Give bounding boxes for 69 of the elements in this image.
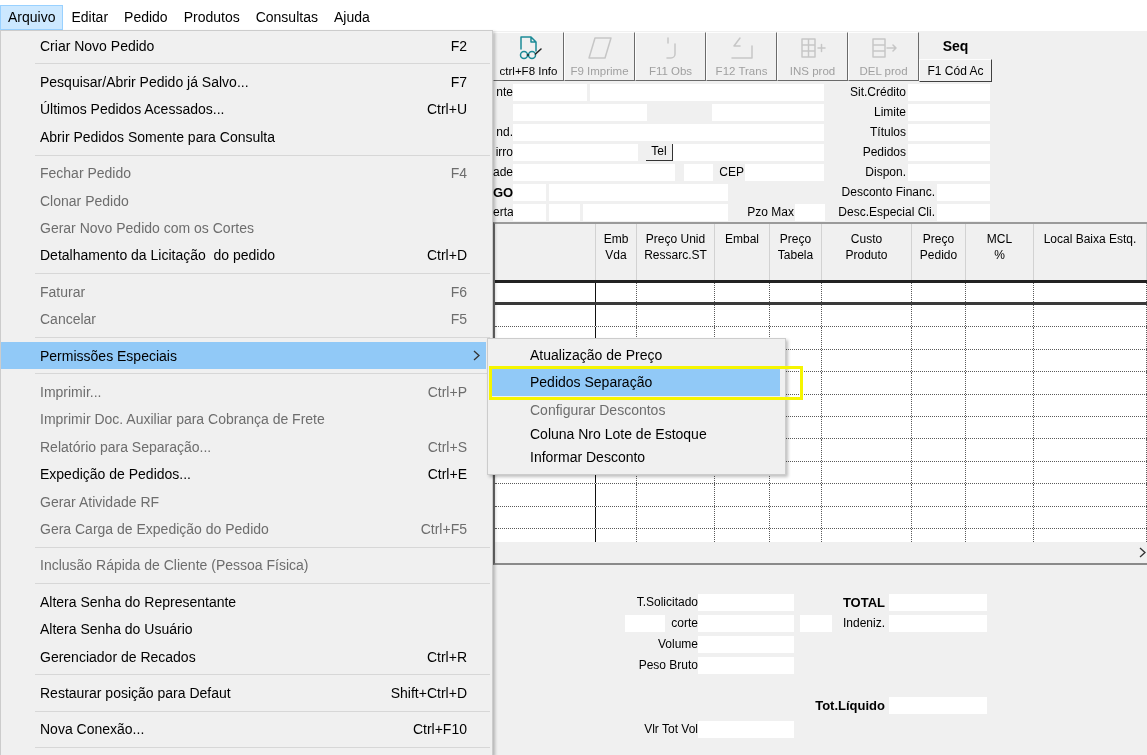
- chevron-right-icon: [473, 350, 480, 362]
- form-label: Pzo Max: [746, 204, 795, 220]
- menu-item[interactable]: Criar Novo Pedido F2: [1, 32, 486, 60]
- form-label: Dispon.: [864, 164, 907, 180]
- form-label: TOTAL: [842, 595, 885, 610]
- submenu-item[interactable]: Pedidos Separação: [492, 368, 780, 396]
- form-label: CEP: [718, 164, 745, 180]
- form-label: nd.: [495, 124, 513, 140]
- form-label: Sit.Crédito: [848, 84, 907, 100]
- text-field[interactable]: [513, 203, 546, 221]
- form-label: corte: [671, 616, 698, 631]
- chevron-right-icon: [1139, 547, 1146, 558]
- form-label: Títulos: [869, 124, 907, 140]
- text-field[interactable]: [908, 83, 990, 101]
- menu-item[interactable]: Altera Senha do Representante: [1, 588, 486, 616]
- column-header: Local Baixa Estq.: [1034, 224, 1147, 280]
- menu-item[interactable]: Nova Conexão... Ctrl+F10: [1, 715, 486, 743]
- form-label: nte: [495, 84, 513, 100]
- tilted-page-icon: [586, 36, 613, 60]
- form-label: Desc.Especial Cli.: [837, 204, 936, 220]
- grid-arrow-icon: [870, 36, 897, 60]
- column-header: MCL %: [966, 224, 1034, 280]
- form-label: Limite: [873, 104, 907, 120]
- form-label: Vlr Tot Vol: [644, 722, 698, 737]
- grid-plus-icon: [799, 36, 826, 60]
- form-label: Indeniz.: [842, 616, 885, 631]
- menu-item[interactable]: Detalhamento da Licitação do pedido Ctrl+D: [1, 241, 486, 270]
- submenu-item[interactable]: Informar Desconto: [492, 447, 780, 468]
- sequence-label: Seq: [942, 38, 969, 55]
- column-header: Custo Produto: [822, 224, 912, 280]
- text-field[interactable]: [673, 143, 824, 161]
- menu-item[interactable]: Restaurar posição para Defaut Shift+Ctrl+D: [1, 679, 486, 707]
- menu-item[interactable]: Altera Senha do Usuário: [1, 615, 486, 643]
- form-label: Pedidos: [861, 144, 907, 160]
- menu-bar-item[interactable]: Produtos: [175, 5, 248, 30]
- menu-bar-item[interactable]: Ajuda: [325, 5, 378, 30]
- menu-item[interactable]: Gerenciador de Recados Ctrl+R: [1, 642, 486, 671]
- text-field[interactable]: [937, 203, 990, 221]
- submenu-item[interactable]: Coluna Nro Lote de Estoque: [492, 423, 780, 444]
- text-field[interactable]: [583, 203, 728, 221]
- form-label: T.Solicitado: [636, 595, 698, 610]
- submenu-item[interactable]: Atualização de Preço: [492, 344, 780, 365]
- form-label: ade: [493, 164, 513, 180]
- text-field[interactable]: [795, 203, 825, 221]
- text-field[interactable]: [549, 203, 580, 221]
- menu-bar-item[interactable]: Arquivo: [0, 5, 64, 30]
- code-button[interactable]: F1 Cód Ac: [919, 59, 992, 82]
- menu-bar-item[interactable]: Editar: [63, 5, 117, 30]
- form-label: Volume: [657, 637, 698, 652]
- menu-bar-item[interactable]: Pedido: [116, 5, 176, 30]
- menu-bar-item[interactable]: Consultas: [247, 5, 326, 30]
- column-header: Preço Pedido: [912, 224, 966, 280]
- menu-item[interactable]: Últimos Pedidos Acessados... Ctrl+U: [1, 95, 486, 124]
- menu-item[interactable]: Expedição de Pedidos... Ctrl+E: [1, 460, 486, 488]
- form-label: Desconto Financ.: [840, 184, 936, 200]
- form-label: Tot.Líquido: [815, 698, 885, 713]
- menu-item[interactable]: Permissões Especiais: [1, 341, 486, 370]
- form-label: Peso Bruto: [638, 658, 698, 673]
- step-line-icon: [728, 36, 755, 60]
- menu-item[interactable]: Pesquisar/Abrir Pedido já Salvo... F7: [1, 68, 486, 96]
- form-label: erta: [493, 204, 513, 220]
- column-header: Embal: [715, 224, 770, 280]
- toolbar-button[interactable]: ctrl+F8 Info: [493, 32, 564, 81]
- column-header: Emb Vda: [596, 224, 637, 280]
- form-label: GO: [493, 184, 513, 200]
- menu-item[interactable]: Abrir Pedidos Somente para Consulta: [1, 123, 486, 151]
- form-label: irro: [494, 144, 513, 160]
- column-header: Preço Unid Ressarc.ST: [637, 224, 715, 280]
- column-header: Preço Tabela: [770, 224, 822, 280]
